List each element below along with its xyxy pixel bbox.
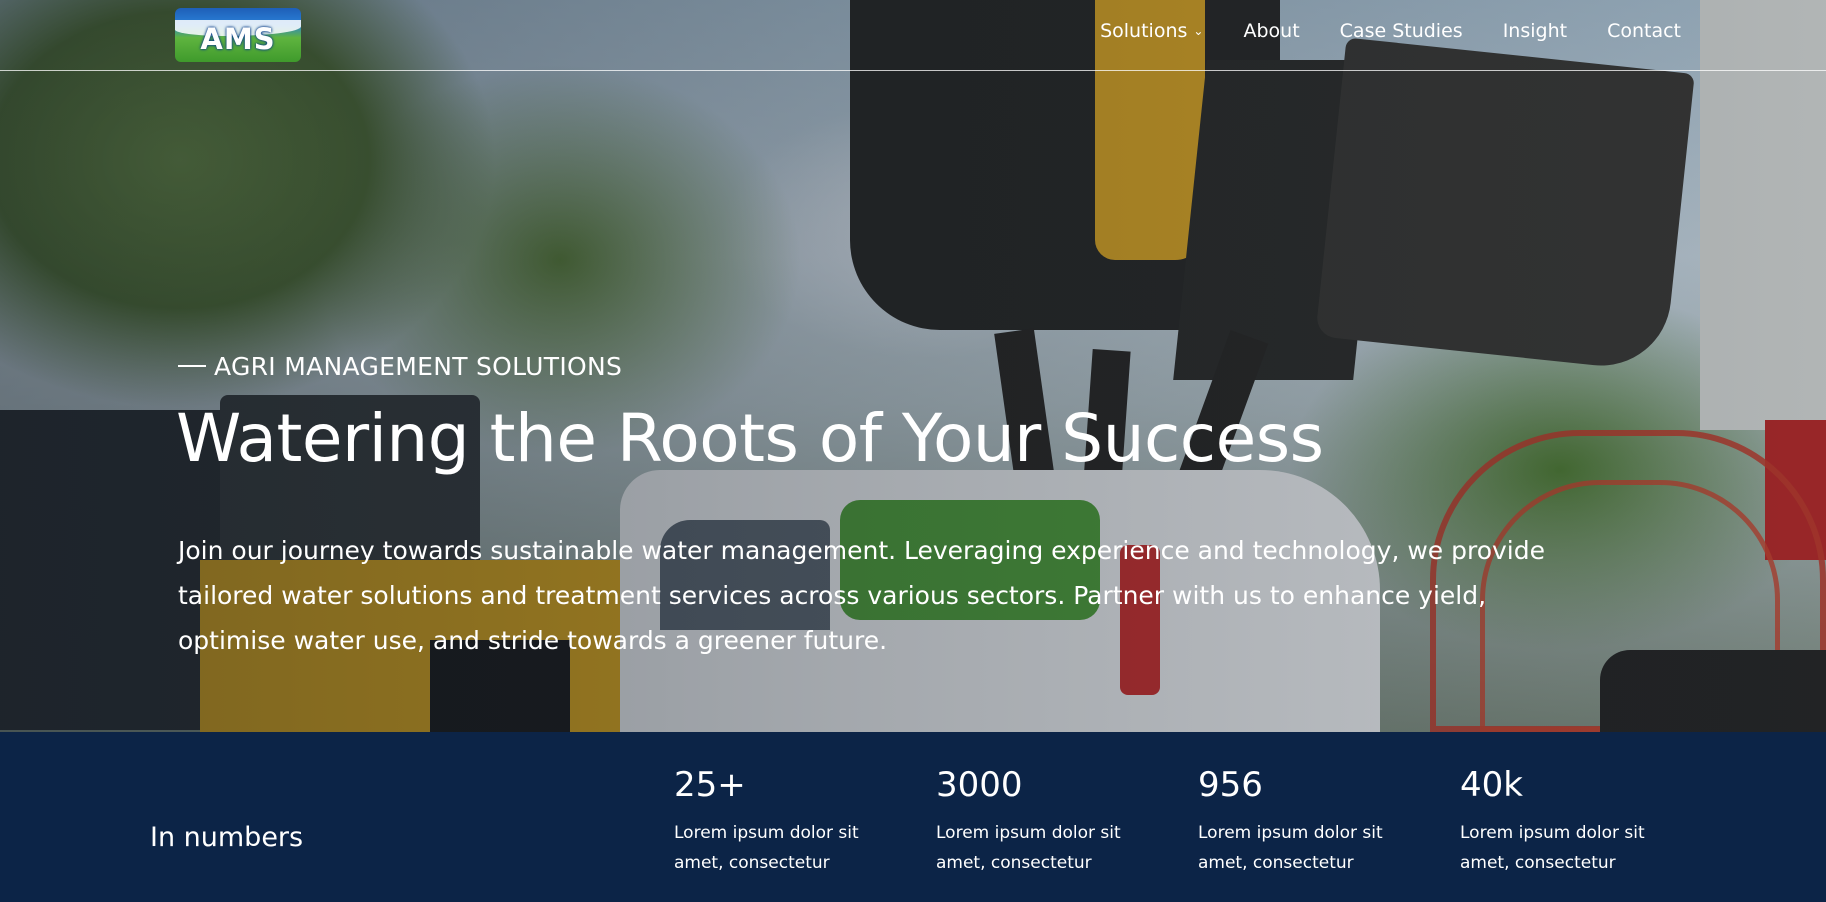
stat-value: 3000 bbox=[936, 765, 1023, 805]
numbers-title: In numbers bbox=[150, 822, 304, 853]
stat-description: Lorem ipsum dolor sit amet, consectetur bbox=[936, 823, 1121, 873]
stat-item: 956 Lorem ipsum dolor sit amet, consecte… bbox=[1198, 762, 1428, 878]
stat-description: Lorem ipsum dolor sit amet, consectetur bbox=[1460, 823, 1645, 873]
nav-contact[interactable]: Contact bbox=[1607, 20, 1681, 42]
nav-insight[interactable]: Insight bbox=[1503, 20, 1567, 42]
stat-item: 3000 Lorem ipsum dolor sit amet, consect… bbox=[936, 762, 1166, 878]
stat-value: 956 bbox=[1198, 765, 1263, 805]
stat-item: 25+ Lorem ipsum dolor sit amet, consecte… bbox=[674, 762, 904, 878]
chevron-down-icon: ⌄ bbox=[1193, 24, 1204, 38]
stat-value: 25+ bbox=[674, 765, 746, 805]
ams-logo[interactable]: AMS bbox=[175, 8, 301, 62]
hero-description: Join our journey towards sustainable wat… bbox=[178, 536, 1545, 655]
nav-case-studies[interactable]: Case Studies bbox=[1340, 20, 1463, 42]
stat-description: Lorem ipsum dolor sit amet, consectetur bbox=[674, 823, 859, 873]
hero-title: Watering the Roots of Your Success bbox=[176, 400, 1324, 477]
nav-solutions-label: Solutions bbox=[1100, 20, 1188, 42]
eyebrow-dash bbox=[178, 365, 206, 367]
main-nav: Solutions ⌄ About Case Studies Insight Co… bbox=[1100, 20, 1681, 42]
hero-section: AMS Solutions ⌄ About Case Studies Insigh… bbox=[0, 0, 1826, 732]
site-header: AMS Solutions ⌄ About Case Studies Insigh… bbox=[0, 0, 1826, 71]
stat-item: 40k Lorem ipsum dolor sit amet, consecte… bbox=[1460, 762, 1690, 878]
numbers-section: In numbers 25+ Lorem ipsum dolor sit ame… bbox=[0, 732, 1826, 902]
nav-solutions[interactable]: Solutions ⌄ bbox=[1100, 20, 1203, 42]
stat-value: 40k bbox=[1460, 765, 1523, 805]
nav-about[interactable]: About bbox=[1243, 20, 1299, 42]
hero-eyebrow: AGRI MANAGEMENT SOLUTIONS bbox=[178, 352, 622, 381]
logo-text: AMS bbox=[200, 22, 276, 56]
stat-description: Lorem ipsum dolor sit amet, consectetur bbox=[1198, 823, 1383, 873]
hero-eyebrow-text: AGRI MANAGEMENT SOLUTIONS bbox=[214, 352, 623, 381]
